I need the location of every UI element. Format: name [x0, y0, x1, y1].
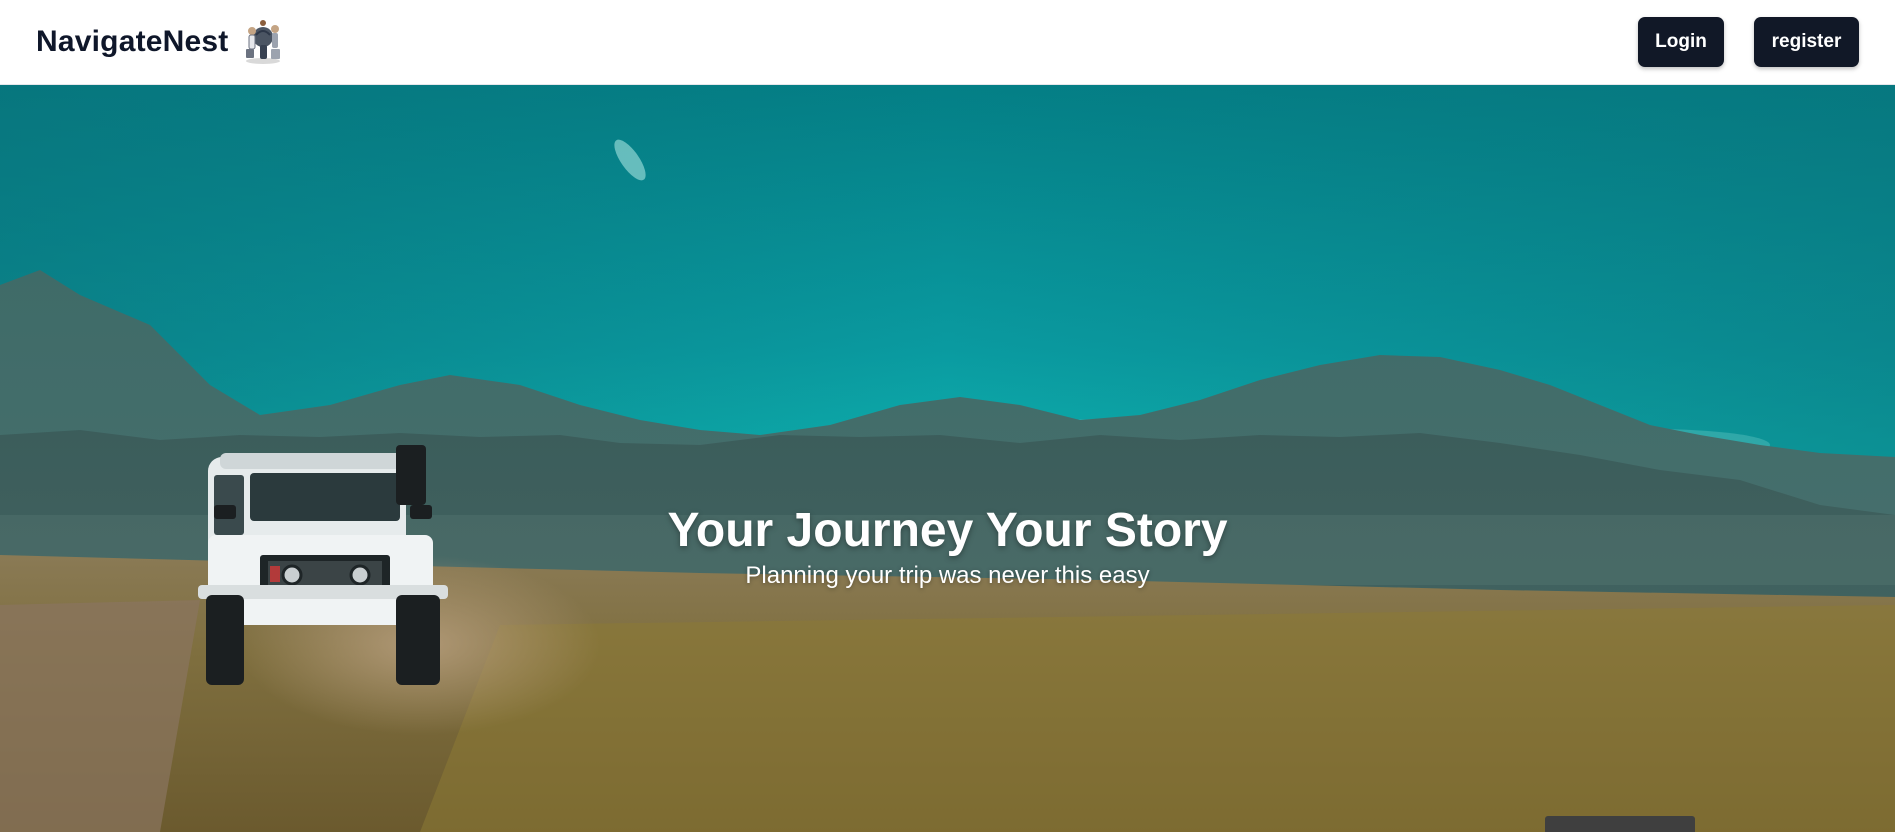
brand-name[interactable]: NavigateNest [36, 25, 228, 59]
register-button[interactable]: register [1754, 17, 1859, 67]
login-button[interactable]: Login [1638, 17, 1724, 67]
hero-text: Your Journey Your Story Planning your tr… [0, 503, 1895, 591]
hero-background-image [0, 85, 1895, 832]
hero-title: Your Journey Your Story [667, 504, 1228, 557]
hero-subtitle: Planning your trip was never this easy [745, 562, 1150, 589]
travelers-illustration-icon [242, 19, 284, 65]
auth-actions: Login register [1638, 17, 1859, 67]
brand[interactable]: NavigateNest [36, 19, 284, 65]
hero-section: Your Journey Your Story Planning your tr… [0, 85, 1895, 832]
top-navbar: NavigateNest Login register [0, 0, 1895, 85]
floating-widget-tab[interactable] [1545, 816, 1695, 832]
